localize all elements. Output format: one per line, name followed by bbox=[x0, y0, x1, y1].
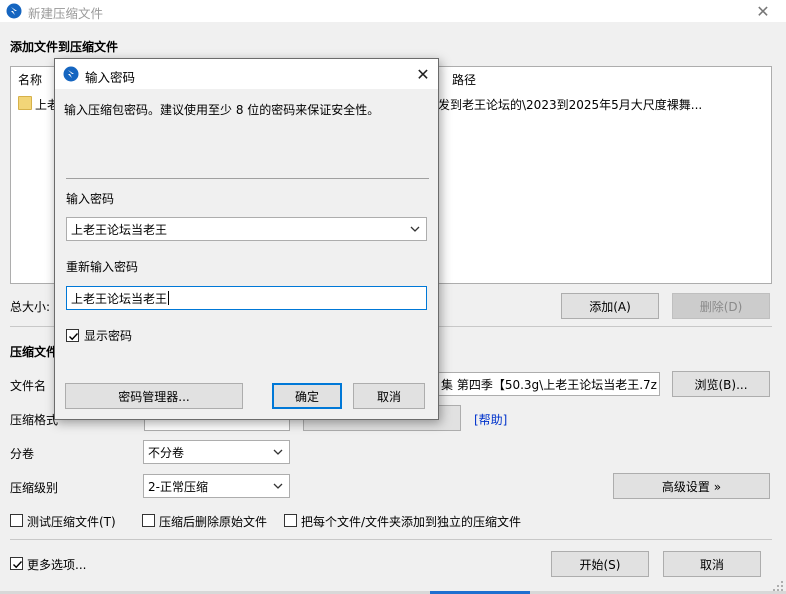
add-button[interactable]: 添加(A) bbox=[561, 293, 659, 319]
help-link[interactable]: [帮助] bbox=[474, 411, 507, 428]
reenter-password-input[interactable]: 上老王论坛当老王 bbox=[66, 286, 427, 310]
level-select-value: 2-正常压缩 bbox=[148, 479, 208, 494]
divider-2 bbox=[10, 539, 772, 540]
compress-heading: 压缩文件 bbox=[10, 345, 59, 359]
chevron-down-icon bbox=[273, 483, 283, 489]
more-options-label: 更多选项... bbox=[27, 558, 87, 572]
password-combobox[interactable]: 上老王论坛当老王 bbox=[66, 217, 427, 241]
test-archive-label: 测试压缩文件(T) bbox=[27, 515, 116, 529]
window-title: 新建压缩文件 bbox=[28, 6, 104, 21]
dialog-description: 输入压缩包密码。建议使用至少 8 位的密码来保证安全性。 bbox=[64, 103, 380, 117]
dialog-title: 输入密码 bbox=[85, 70, 136, 85]
path-column-header[interactable]: 路径 bbox=[452, 71, 476, 88]
test-archive-checkbox[interactable] bbox=[10, 514, 23, 527]
text-caret bbox=[168, 291, 170, 305]
dialog-titlebar: 输入密码 ✕ bbox=[55, 59, 438, 89]
main-cancel-button[interactable]: 取消 bbox=[663, 551, 761, 577]
format-label: 压缩格式 bbox=[10, 413, 59, 427]
reenter-password-label: 重新输入密码 bbox=[66, 260, 139, 274]
main-titlebar: 新建压缩文件 ✕ bbox=[0, 0, 786, 22]
delete-after-checkbox[interactable] bbox=[142, 514, 155, 527]
password-dialog: 输入密码 ✕ 输入压缩包密码。建议使用至少 8 位的密码来保证安全性。 输入密码… bbox=[54, 58, 439, 420]
app-logo-icon bbox=[63, 66, 79, 82]
checkmark-icon bbox=[13, 561, 23, 569]
level-select[interactable]: 2-正常压缩 bbox=[143, 474, 290, 498]
total-size-label: 总大小: bbox=[10, 300, 51, 314]
browse-button[interactable]: 浏览(B)... bbox=[672, 371, 770, 397]
delete-after-label: 压缩后删除原始文件 bbox=[159, 515, 268, 529]
dialog-cancel-button[interactable]: 取消 bbox=[353, 383, 425, 409]
app-logo-icon bbox=[6, 3, 22, 19]
level-label: 压缩级别 bbox=[10, 481, 59, 495]
checkmark-icon bbox=[69, 333, 79, 341]
chevron-down-icon bbox=[410, 226, 420, 232]
folder-icon bbox=[18, 96, 32, 110]
password-label: 输入密码 bbox=[66, 192, 115, 206]
show-password-checkbox[interactable] bbox=[66, 329, 79, 342]
split-select-value: 不分卷 bbox=[148, 445, 185, 460]
split-select[interactable]: 不分卷 bbox=[143, 440, 290, 464]
filename-label: 文件名 bbox=[10, 379, 47, 393]
chevron-down-icon bbox=[273, 449, 283, 455]
add-files-heading: 添加文件到压缩文件 bbox=[10, 40, 119, 54]
password-manager-button[interactable]: 密码管理器... bbox=[65, 383, 243, 409]
each-file-separate-checkbox[interactable] bbox=[284, 514, 297, 527]
split-label: 分卷 bbox=[10, 447, 35, 461]
window-close-button[interactable]: ✕ bbox=[740, 0, 786, 22]
password-combobox-value: 上老王论坛当老王 bbox=[71, 222, 168, 237]
more-options-checkbox[interactable] bbox=[10, 557, 23, 570]
advanced-settings-button[interactable]: 高级设置 » bbox=[613, 473, 770, 499]
dialog-divider bbox=[66, 178, 429, 179]
show-password-label: 显示密码 bbox=[84, 329, 133, 343]
delete-button[interactable]: 删除(D) bbox=[672, 293, 770, 319]
start-button[interactable]: 开始(S) bbox=[551, 551, 649, 577]
dialog-close-button[interactable]: ✕ bbox=[408, 59, 438, 89]
name-column-header[interactable]: 名称 bbox=[18, 71, 42, 88]
reenter-password-value: 上老王论坛当老王 bbox=[71, 291, 168, 306]
each-file-separate-label: 把每个文件/文件夹添加到独立的压缩文件 bbox=[301, 515, 522, 529]
vertical-scrollbar[interactable] bbox=[772, 22, 786, 594]
file-row-path[interactable]: 发到老王论坛的\2023到2025年5月大尺度裸舞... bbox=[438, 96, 702, 113]
filename-input[interactable]: 集 第四季【50.3g\上老王论坛当老王.7z bbox=[436, 372, 660, 396]
dialog-ok-button[interactable]: 确定 bbox=[272, 383, 342, 409]
